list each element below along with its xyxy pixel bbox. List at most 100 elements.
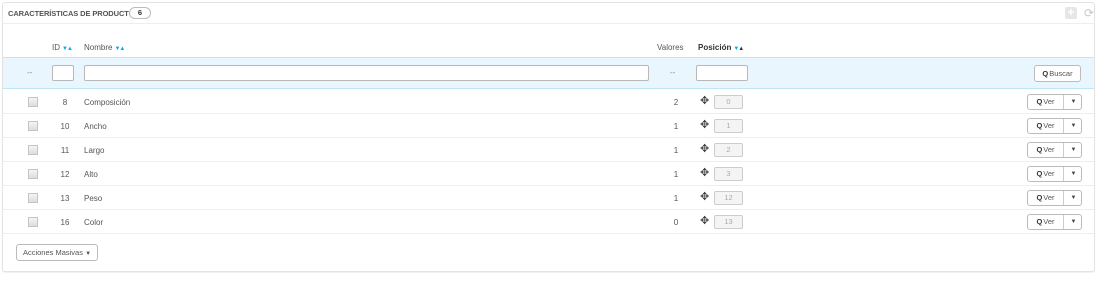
search-icon: Q	[1042, 69, 1049, 78]
row-name: Peso	[84, 194, 103, 203]
sort-asc-position-icon[interactable]: ▲	[738, 46, 744, 52]
row-name: Ancho	[84, 122, 107, 131]
filter-values-placeholder: --	[670, 68, 676, 77]
refresh-icon[interactable]: ⟳	[1083, 7, 1095, 19]
drag-handle-icon[interactable]: ✥	[700, 216, 709, 227]
row-name: Color	[84, 218, 104, 227]
row-actions: QVer ▼	[1027, 166, 1082, 182]
row-id: 8	[62, 98, 68, 107]
column-header-position: Posición ▼▲	[698, 43, 744, 52]
view-label: Ver	[1043, 97, 1055, 106]
add-new-icon[interactable]	[1065, 5, 1077, 19]
table-row: 8 Composición 2 ✥ 0 QVer ▼	[3, 90, 1094, 114]
row-position: 3	[714, 167, 743, 181]
row-values: 0	[673, 218, 679, 227]
view-label: Ver	[1043, 217, 1055, 226]
table-row: 13 Peso 1 ✥ 12 QVer ▼	[3, 186, 1094, 210]
filter-id-input[interactable]	[52, 65, 74, 81]
search-button[interactable]: QBuscar	[1034, 65, 1081, 82]
row-checkbox[interactable]	[28, 217, 38, 227]
row-id: 10	[60, 122, 70, 131]
view-button[interactable]: QVer	[1028, 167, 1064, 181]
row-id: 11	[60, 146, 70, 155]
filter-name-input[interactable]	[84, 65, 649, 81]
row-checkbox[interactable]	[28, 121, 38, 131]
column-name-label: Nombre	[84, 43, 113, 52]
table-row: 12 Alto 1 ✥ 3 QVer ▼	[3, 162, 1094, 186]
actions-dropdown-caret-icon[interactable]: ▼	[1065, 95, 1082, 109]
row-position: 2	[714, 143, 743, 157]
filter-position-input[interactable]	[696, 65, 748, 81]
drag-handle-icon[interactable]: ✥	[700, 168, 709, 179]
row-checkbox[interactable]	[28, 193, 38, 203]
column-header-name: Nombre ▼▲	[84, 43, 125, 52]
column-header-id: ID ▼▲	[52, 43, 73, 52]
actions-dropdown-caret-icon[interactable]: ▼	[1065, 119, 1082, 133]
zoom-icon: Q	[1036, 121, 1043, 130]
table-row: 11 Largo 1 ✥ 2 QVer ▼	[3, 138, 1094, 162]
view-button[interactable]: QVer	[1028, 215, 1064, 229]
row-name: Largo	[84, 146, 105, 155]
row-values: 1	[673, 194, 679, 203]
bulk-actions-button[interactable]: Acciones Masivas ▼	[16, 244, 98, 261]
view-button[interactable]: QVer	[1028, 143, 1064, 157]
row-actions: QVer ▼	[1027, 118, 1082, 134]
row-values: 1	[673, 122, 679, 131]
row-checkbox[interactable]	[28, 169, 38, 179]
view-label: Ver	[1043, 193, 1055, 202]
row-position: 0	[714, 95, 743, 109]
table-row: 16 Color 0 ✥ 13 QVer ▼	[3, 210, 1094, 234]
panel-heading: CARACTERÍSTICAS DE PRODUCTOS 6 ⟳	[3, 3, 1094, 24]
actions-dropdown-caret-icon[interactable]: ▼	[1065, 215, 1082, 229]
bulk-actions-label: Acciones Masivas	[22, 248, 83, 257]
zoom-icon: Q	[1036, 169, 1043, 178]
drag-handle-icon[interactable]: ✥	[700, 96, 709, 107]
row-values: 1	[673, 146, 679, 155]
view-button[interactable]: QVer	[1028, 119, 1064, 133]
zoom-icon: Q	[1036, 193, 1043, 202]
actions-dropdown-caret-icon[interactable]: ▼	[1065, 167, 1082, 181]
view-label: Ver	[1043, 169, 1055, 178]
zoom-icon: Q	[1036, 145, 1043, 154]
actions-dropdown-caret-icon[interactable]: ▼	[1065, 191, 1082, 205]
features-panel: CARACTERÍSTICAS DE PRODUCTOS 6 ⟳ ID▼▲ No…	[2, 2, 1095, 272]
row-values: 2	[673, 98, 679, 107]
row-position: 12	[714, 191, 743, 205]
row-actions: QVer ▼	[1027, 142, 1082, 158]
zoom-icon: Q	[1036, 217, 1043, 226]
column-position-label: Posición	[698, 43, 732, 52]
view-button[interactable]: QVer	[1028, 191, 1064, 205]
row-name: Composición	[84, 98, 131, 107]
row-id: 13	[60, 194, 70, 203]
column-header-values: Valores	[657, 43, 684, 52]
drag-handle-icon[interactable]: ✥	[700, 192, 709, 203]
sort-asc-id-icon[interactable]: ▲	[67, 46, 73, 52]
panel-title: CARACTERÍSTICAS DE PRODUCTOS	[8, 9, 140, 18]
row-actions: QVer ▼	[1027, 214, 1082, 230]
row-actions: QVer ▼	[1027, 190, 1082, 206]
count-badge: 6	[129, 7, 151, 19]
row-id: 16	[60, 218, 70, 227]
view-label: Ver	[1043, 121, 1055, 130]
filter-select-placeholder: --	[27, 68, 33, 77]
zoom-icon: Q	[1036, 97, 1043, 106]
view-label: Ver	[1043, 145, 1055, 154]
row-checkbox[interactable]	[28, 145, 38, 155]
search-button-label: Buscar	[1049, 69, 1073, 78]
row-actions: QVer ▼	[1027, 94, 1082, 110]
row-position: 13	[714, 215, 743, 229]
column-id-label: ID	[52, 43, 60, 52]
view-button[interactable]: QVer	[1028, 95, 1064, 109]
filter-row: -- -- QBuscar	[3, 57, 1094, 89]
actions-dropdown-caret-icon[interactable]: ▼	[1065, 143, 1082, 157]
sort-asc-name-icon[interactable]: ▲	[119, 46, 125, 52]
drag-handle-icon[interactable]: ✥	[700, 144, 709, 155]
row-checkbox[interactable]	[28, 97, 38, 107]
caret-down-icon: ▼	[85, 251, 92, 257]
table-row: 10 Ancho 1 ✥ 1 QVer ▼	[3, 114, 1094, 138]
row-position: 1	[714, 119, 743, 133]
row-id: 12	[60, 170, 70, 179]
row-name: Alto	[84, 170, 98, 179]
row-values: 1	[673, 170, 679, 179]
drag-handle-icon[interactable]: ✥	[700, 120, 709, 131]
